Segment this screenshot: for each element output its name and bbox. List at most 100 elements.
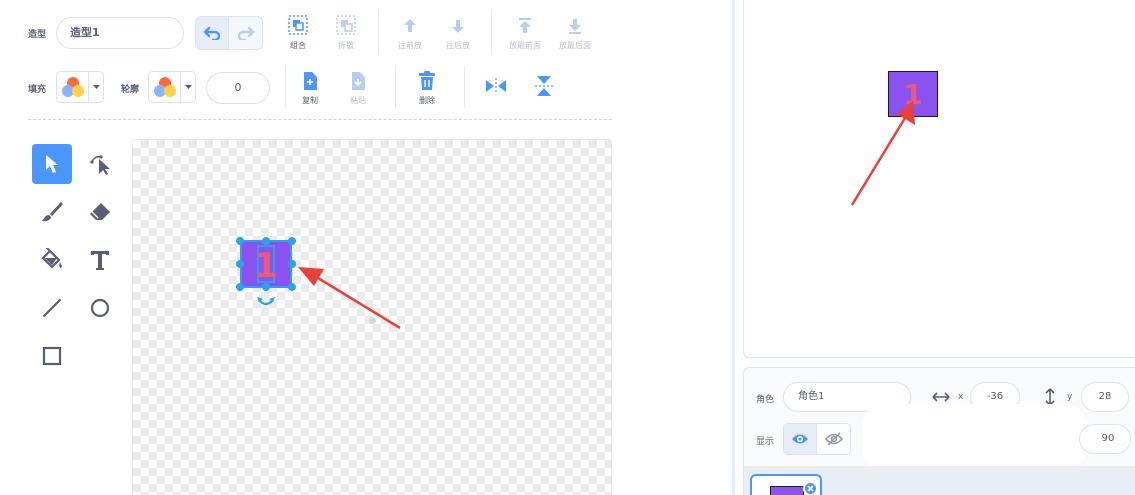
toolbar-divider: [285, 66, 286, 108]
outline-width-input[interactable]: 0: [206, 72, 270, 104]
square-icon: [42, 346, 62, 366]
paste-button[interactable]: 粘贴: [336, 71, 380, 106]
reshape-icon: [90, 155, 110, 175]
delete-label: 删除: [419, 96, 435, 105]
stage-sprite-digit: 1: [903, 78, 923, 111]
text-icon: [91, 251, 109, 270]
resize-handle[interactable]: [288, 237, 296, 245]
pane-divider: [732, 0, 735, 495]
arrow-pointer-icon: [46, 155, 58, 173]
direction-input[interactable]: 90: [1079, 424, 1131, 454]
watermark-overlay: [862, 404, 1087, 470]
selected-sprite-shape[interactable]: 1: [240, 240, 292, 288]
resize-handle[interactable]: [236, 283, 244, 291]
line-tool[interactable]: [32, 288, 72, 328]
outline-color-button[interactable]: [148, 71, 196, 103]
ungroup-button[interactable]: 拆散: [324, 14, 368, 51]
outline-label: 轮廓: [121, 85, 140, 95]
copy-button[interactable]: 复制: [288, 71, 332, 106]
group-icon: [288, 15, 308, 35]
fill-label: 填充: [28, 85, 47, 95]
flip-horizontal-button[interactable]: [474, 77, 518, 95]
copy-icon: [304, 72, 317, 90]
flip-horizontal-icon: [486, 78, 506, 94]
chevron-down-icon: [184, 84, 192, 89]
paste-label: 粘贴: [350, 96, 366, 105]
x-label: x: [958, 392, 964, 402]
y-input[interactable]: 28: [1081, 382, 1129, 412]
resize-handle[interactable]: [236, 260, 244, 268]
show-button[interactable]: [784, 424, 818, 454]
backward-label: 往后放: [446, 41, 470, 50]
reshape-tool[interactable]: [80, 144, 120, 184]
undo-icon: [203, 26, 221, 40]
resize-handle[interactable]: [262, 283, 270, 291]
redo-button[interactable]: [229, 17, 262, 49]
brush-icon: [42, 202, 63, 222]
y-label: y: [1067, 392, 1073, 402]
send-back-label: 放最后面: [559, 41, 591, 50]
chevron-down-icon: [92, 84, 100, 89]
paint-editor: 造型 造型1 组合 拆散 往前放 往后放 放最前面 放最后面 填充 轮廓 0 复…: [0, 0, 732, 495]
costume-name-input[interactable]: 造型1: [56, 17, 184, 49]
flip-vertical-icon: [535, 76, 553, 96]
group-button[interactable]: 组合: [276, 14, 320, 51]
visibility-toggle: [783, 423, 851, 455]
eraser-icon: [90, 203, 110, 220]
eraser-tool[interactable]: [80, 192, 120, 232]
rectangle-tool[interactable]: [32, 336, 72, 376]
color-mix-icon: [153, 77, 176, 97]
bring-front-icon: [519, 18, 531, 33]
forward-label: 往前放: [398, 41, 422, 50]
forward-button[interactable]: 往前放: [388, 16, 432, 51]
ungroup-icon: [336, 15, 356, 35]
stage-sprite[interactable]: 1: [888, 71, 938, 117]
backward-button[interactable]: 往后放: [436, 16, 480, 51]
fill-color-button[interactable]: [56, 71, 104, 103]
resize-handle[interactable]: [288, 260, 296, 268]
eye-icon: [792, 434, 808, 444]
resize-handle[interactable]: [288, 283, 296, 291]
arrow-up-icon: [404, 19, 416, 32]
text-tool[interactable]: [80, 240, 120, 280]
undo-button[interactable]: [196, 17, 230, 49]
bring-front-button[interactable]: 放最前面: [503, 16, 547, 51]
redo-icon: [237, 26, 254, 40]
close-icon: [807, 485, 814, 492]
delete-sprite-button[interactable]: [803, 481, 818, 495]
rotate-handle-icon[interactable]: [256, 294, 276, 310]
undo-redo-group: [195, 16, 263, 50]
resize-handle[interactable]: [262, 237, 270, 245]
stage[interactable]: [743, 0, 1135, 358]
ungroup-label: 拆散: [338, 41, 354, 50]
circle-tool[interactable]: [80, 288, 120, 328]
select-tool[interactable]: [32, 144, 72, 184]
send-back-icon: [569, 19, 581, 34]
trash-icon: [419, 71, 435, 90]
brush-tool[interactable]: [32, 192, 72, 232]
bring-front-label: 放最前面: [509, 41, 541, 50]
toolbar-separator: [28, 119, 612, 120]
canvas-center-marker: [369, 317, 376, 324]
costume-label: 造型: [28, 30, 47, 40]
toolbar-divider: [395, 66, 396, 108]
show-label: 显示: [756, 437, 775, 447]
toolbar-divider: [464, 66, 465, 108]
hide-button[interactable]: [817, 424, 850, 454]
horizontal-arrows-icon: [932, 392, 950, 402]
paste-icon: [352, 72, 365, 90]
arrow-down-icon: [452, 20, 464, 33]
sprite-name-label: 角色: [756, 395, 775, 405]
paint-bucket-icon: [41, 248, 62, 269]
sprite-digit: 1: [254, 246, 278, 286]
eye-slash-icon: [824, 432, 843, 446]
delete-button[interactable]: 删除: [405, 71, 449, 106]
copy-label: 复制: [302, 96, 318, 105]
send-back-button[interactable]: 放最后面: [553, 16, 597, 51]
circle-icon: [90, 298, 110, 318]
flip-vertical-button[interactable]: [522, 75, 566, 97]
line-icon: [42, 298, 62, 318]
toolbar-divider: [378, 10, 379, 54]
resize-handle[interactable]: [236, 237, 244, 245]
fill-tool[interactable]: [32, 240, 72, 280]
